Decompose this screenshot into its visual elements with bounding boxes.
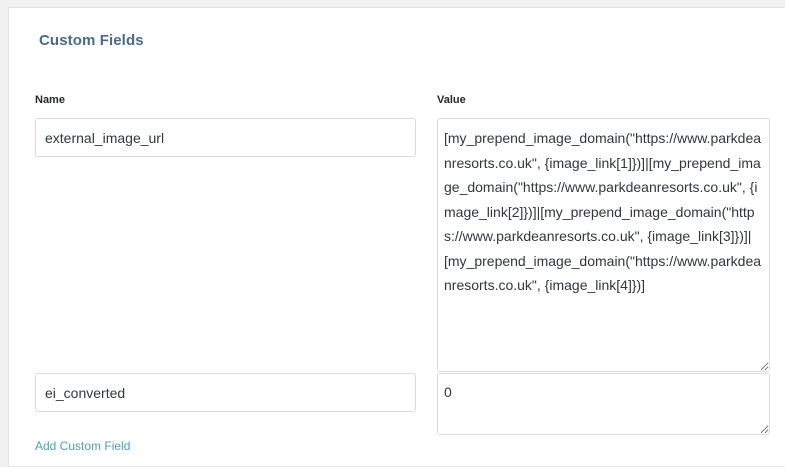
custom-field-value-textarea[interactable]: [my_prepend_image_domain("https://www.pa…	[437, 118, 770, 372]
custom-field-name-input[interactable]	[35, 118, 416, 157]
add-custom-field-link[interactable]: Add Custom Field	[35, 439, 130, 453]
custom-field-value-textarea[interactable]: 0	[437, 373, 770, 435]
name-column-label: Name	[35, 94, 65, 106]
panel-title: Custom Fields	[39, 32, 144, 49]
custom-fields-panel: Custom Fields Name Value [my_prepend_ima…	[8, 7, 785, 467]
custom-field-name-input[interactable]	[35, 373, 416, 412]
value-column-label: Value	[437, 94, 466, 106]
